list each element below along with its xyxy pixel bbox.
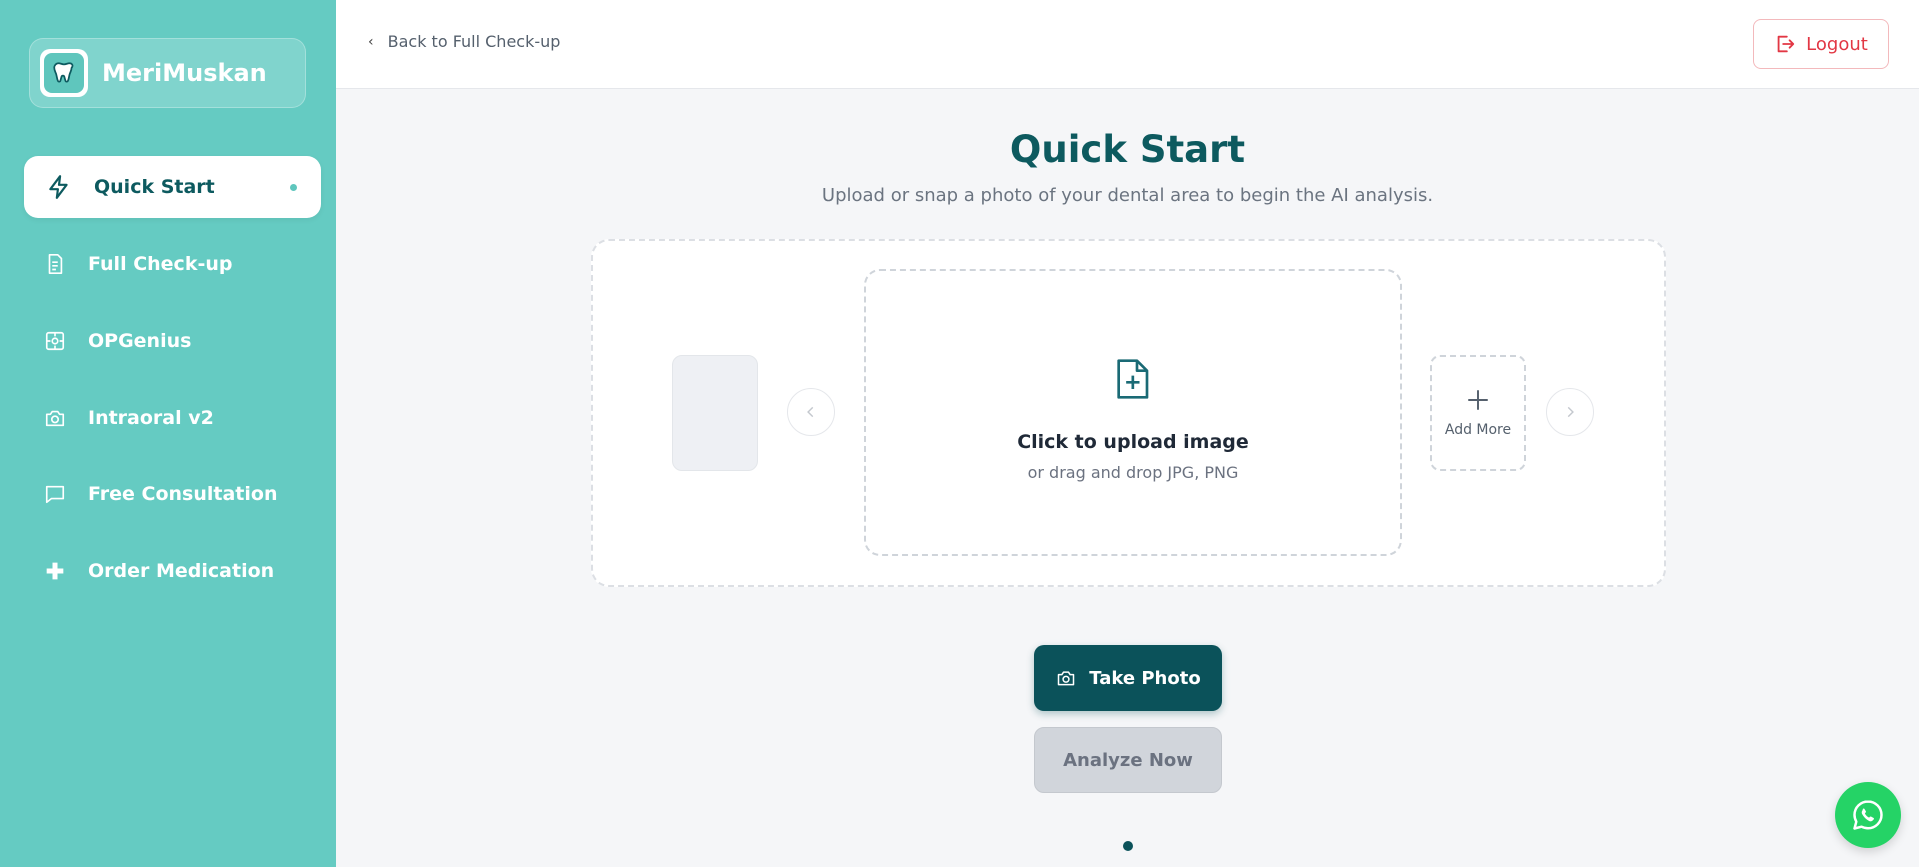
page-subtitle: Upload or snap a photo of your dental ar… — [821, 185, 1434, 206]
sidebar-item-intraoral-v2[interactable]: Intraoral v2 — [24, 387, 321, 449]
logout-button[interactable]: Logout — [1753, 19, 1889, 69]
take-photo-label: Take Photo — [1089, 667, 1201, 689]
sidebar-item-label: Order Medication — [88, 560, 275, 582]
carousel-next-button[interactable] — [1546, 388, 1594, 436]
sidebar-item-label: OPGenius — [88, 330, 192, 352]
sidebar-item-label: Quick Start — [94, 176, 215, 198]
sidebar-item-quick-start[interactable]: Quick Start — [24, 156, 321, 218]
back-link-label: Back to Full Check-up — [387, 32, 561, 51]
chevron-left-icon — [807, 406, 814, 418]
document-icon — [42, 251, 68, 277]
camera-icon — [42, 405, 68, 431]
camera-icon — [1058, 671, 1075, 686]
add-more-label: Add More — [1444, 422, 1512, 438]
lightning-icon — [46, 174, 72, 200]
analyze-now-label: Analyze Now — [1063, 749, 1193, 771]
sidebar: MeriMuskan Quick Start Full Check-up OPG… — [0, 0, 336, 867]
sidebar-item-order-medication[interactable]: Order Medication — [24, 540, 321, 602]
upload-dropzone[interactable]: Click to upload image or drag and drop J… — [864, 269, 1402, 556]
sidebar-item-opgenius[interactable]: OPGenius — [24, 310, 321, 372]
add-more-button[interactable]: Add More — [1430, 355, 1526, 471]
page-title: Quick Start — [1009, 128, 1246, 171]
brand-name: MeriMuskan — [102, 59, 267, 87]
tooth-logo-icon — [40, 49, 88, 97]
plus-icon — [1432, 387, 1524, 417]
upload-title: Click to upload image — [1017, 431, 1249, 453]
top-header: ‹ Back to Full Check-up Logout — [336, 0, 1919, 89]
analyze-now-button[interactable]: Analyze Now — [1034, 727, 1222, 793]
back-to-full-check-up-link[interactable]: ‹ Back to Full Check-up — [368, 32, 560, 51]
sidebar-item-label: Intraoral v2 — [88, 407, 214, 429]
whatsapp-icon — [1853, 800, 1883, 830]
file-plus-icon — [1112, 357, 1152, 405]
sidebar-item-label: Free Consultation — [88, 483, 278, 505]
logout-label: Logout — [1806, 33, 1868, 55]
chevron-left-icon: ‹ — [368, 33, 374, 50]
sidebar-item-free-consultation[interactable]: Free Consultation — [24, 463, 321, 525]
brand[interactable]: MeriMuskan — [29, 38, 306, 108]
carousel-prev-button[interactable] — [787, 388, 835, 436]
take-photo-button[interactable]: Take Photo — [1034, 645, 1222, 711]
chevron-right-icon — [1567, 406, 1574, 418]
image-thumbnail-placeholder[interactable] — [672, 355, 758, 471]
active-indicator-dot — [290, 184, 297, 191]
upload-hint: or drag and drop JPG, PNG — [1027, 463, 1239, 482]
scan-icon — [42, 328, 68, 354]
logout-icon — [1777, 35, 1795, 53]
sidebar-item-label: Full Check-up — [88, 253, 233, 275]
medical-cross-icon — [42, 558, 68, 584]
chat-icon — [42, 481, 68, 507]
pagination-dot[interactable] — [1123, 841, 1133, 851]
sidebar-item-full-check-up[interactable]: Full Check-up — [24, 233, 321, 295]
whatsapp-chat-button[interactable] — [1835, 782, 1901, 848]
